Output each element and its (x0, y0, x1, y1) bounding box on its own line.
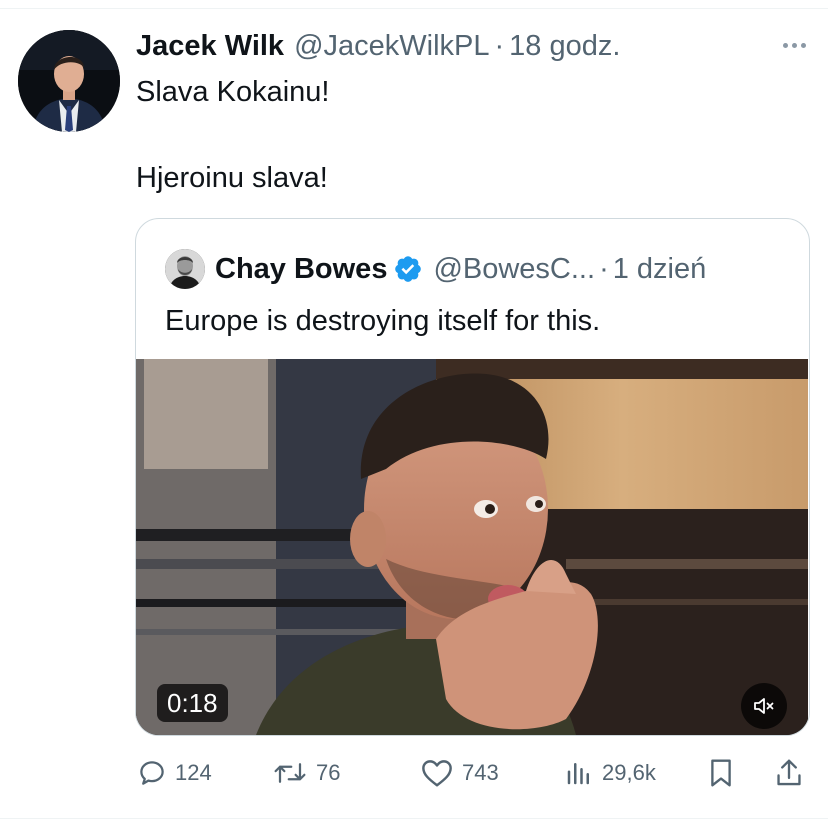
video-duration: 0:18 (157, 684, 228, 722)
author-handle[interactable]: @JacekWilkPL (294, 30, 489, 63)
share-icon (777, 759, 801, 786)
bottom-divider (0, 818, 828, 819)
retweet-button[interactable]: 76 (272, 755, 340, 791)
quoted-tweet-card[interactable]: Chay Bowes @BowesC... · 1 dzień Europe i… (135, 218, 810, 736)
bookmark-icon (711, 759, 731, 787)
mute-icon[interactable] (741, 683, 787, 729)
reply-icon (140, 761, 164, 785)
more-icon[interactable] (774, 30, 814, 60)
quoted-header-separator: · (599, 252, 609, 285)
quoted-author-name: Chay Bowes (215, 252, 388, 285)
top-divider (0, 8, 828, 9)
like-button[interactable]: 743 (420, 755, 499, 791)
bookmark-button[interactable] (706, 755, 736, 791)
retweet-icon (274, 763, 306, 783)
like-icon (422, 760, 452, 787)
header-separator: · (494, 30, 505, 62)
quoted-author-avatar (165, 249, 205, 289)
like-count: 743 (462, 760, 499, 785)
video-frame (136, 359, 808, 735)
quoted-tweet-header: Chay Bowes @BowesC... · 1 dzień (165, 249, 707, 289)
share-button[interactable] (774, 755, 804, 791)
tweet-text-line-1: Slava Kokainu! (136, 76, 330, 108)
views-icon (567, 763, 589, 785)
author-avatar[interactable] (18, 30, 120, 132)
retweet-count: 76 (316, 760, 341, 785)
tweet-text-line-2: Hjeroinu slava! (136, 162, 328, 194)
author-name[interactable]: Jacek Wilk (136, 30, 284, 63)
quoted-author-handle: @BowesC... (433, 252, 596, 285)
reply-button[interactable]: 124 (137, 755, 212, 791)
tweet-header: Jacek Wilk @JacekWilkPL · 18 godz. (136, 30, 620, 66)
quoted-timestamp: 1 dzień (612, 252, 707, 285)
views-button[interactable]: 29,6k (564, 755, 656, 791)
reply-count: 124 (175, 760, 212, 785)
video-player[interactable]: 0:18 (136, 359, 808, 735)
quoted-tweet-text: Europe is destroying itself for this. (165, 305, 601, 337)
tweet-action-bar: 124 76 743 29,6k (0, 755, 828, 791)
verified-badge-icon (395, 256, 422, 282)
tweet-timestamp[interactable]: 18 godz. (509, 30, 620, 63)
view-count: 29,6k (602, 760, 656, 785)
